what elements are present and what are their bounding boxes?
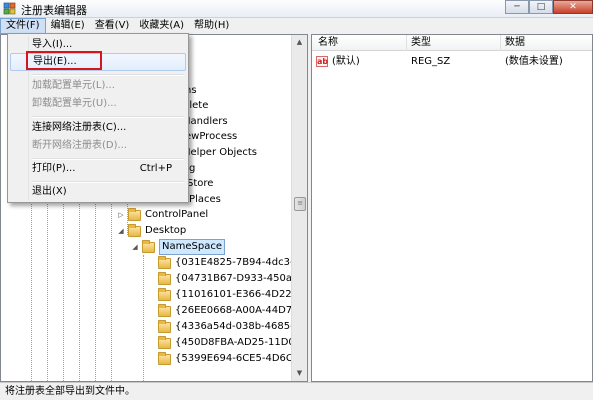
tree-item-child[interactable]: {031E4825-7B94-4dc3-B13: [158, 255, 308, 270]
tree-item-child[interactable]: {26EE0668-A00A-44D7-937: [158, 303, 308, 318]
close-button[interactable]: ✕: [553, 0, 593, 14]
folder-icon: [158, 335, 171, 349]
status-bar: 将注册表全部导出到文件中。: [0, 382, 593, 400]
list-header: 名称 类型 数据: [312, 35, 592, 51]
scroll-up-icon[interactable]: ▲: [292, 35, 307, 50]
menu-separator: [32, 116, 184, 118]
string-value-icon: ab: [316, 56, 329, 67]
column-header-type[interactable]: 类型: [411, 36, 431, 50]
column-divider[interactable]: [500, 35, 501, 51]
value-type: REG_SZ: [411, 56, 451, 67]
tree-item-child[interactable]: {450D8FBA-AD25-11D0-98: [158, 335, 308, 350]
menu-item-disconnect-network[interactable]: 断开网络注册表(D)...: [10, 137, 186, 155]
folder-icon: [158, 303, 171, 317]
value-name: (默认): [332, 56, 360, 67]
minimize-button[interactable]: ─: [505, 0, 529, 14]
menu-help[interactable]: 帮助(H): [189, 18, 234, 34]
column-header-data[interactable]: 数据: [505, 36, 525, 50]
collapse-icon[interactable]: ◢: [131, 240, 139, 254]
tree-item-child[interactable]: {5399E694-6CE5-4D6C-8FC: [158, 351, 308, 366]
maximize-button[interactable]: □: [529, 0, 553, 14]
expand-icon[interactable]: ▷: [117, 208, 125, 222]
menu-favorites[interactable]: 收藏夹(A): [134, 18, 189, 34]
column-divider[interactable]: [406, 35, 407, 51]
tree-item-label: ControlPanel: [145, 209, 209, 220]
folder-icon: [128, 207, 141, 221]
menu-item-print[interactable]: 打印(P)... Ctrl+P: [10, 160, 186, 178]
menu-file[interactable]: 文件(F): [0, 18, 46, 34]
menu-view[interactable]: 查看(V): [90, 18, 135, 34]
menu-item-connect-network[interactable]: 连接网络注册表(C)...: [10, 119, 186, 137]
column-header-name[interactable]: 名称: [318, 36, 338, 50]
scrollbar-thumb[interactable]: ≡: [294, 197, 306, 211]
tree-item-label: {450D8FBA-AD25-11D0-98: [175, 337, 308, 348]
menu-bar: 文件(F) 编辑(E) 查看(V) 收藏夹(A) 帮助(H): [0, 18, 593, 34]
registry-editor-icon: [3, 2, 16, 15]
menu-item-exit[interactable]: 退出(X): [10, 183, 186, 201]
title-bar: 注册表编辑器 ─ □ ✕: [0, 0, 593, 18]
export-highlight-box: [26, 51, 102, 70]
tree-item-label: Desktop: [145, 225, 187, 236]
tree-item-child[interactable]: {4336a54d-038b-4685-ab0: [158, 319, 308, 334]
tree-item[interactable]: Store: [187, 177, 213, 191]
folder-icon: [158, 319, 171, 333]
tree-item[interactable]: Handlers: [183, 115, 228, 129]
tree-item[interactable]: Helper Objects: [183, 146, 257, 160]
tree-item-label: {5399E694-6CE5-4D6C-8FC: [175, 353, 308, 364]
tree-item-label: {4336a54d-038b-4685-ab0: [175, 321, 308, 332]
collapse-icon[interactable]: ◢: [117, 224, 125, 238]
folder-icon: [158, 287, 171, 301]
tree-item-label: {11016101-E366-4D22-BC0: [175, 289, 308, 300]
tree-item[interactable]: ewProcess: [185, 130, 237, 144]
menu-item-load-hive[interactable]: 加载配置单元(L)...: [10, 77, 186, 95]
tree-item-namespace[interactable]: ◢ NameSpace: [131, 239, 225, 255]
values-list[interactable]: 名称 类型 数据 ab (默认) REG_SZ (数值未设置): [311, 34, 593, 382]
tree-item-label: {04731B67-D933-450a-90E: [175, 273, 308, 284]
window-title: 注册表编辑器: [21, 4, 87, 17]
tree-guide-line: [143, 255, 144, 381]
tree-item-child[interactable]: {04731B67-D933-450a-90E: [158, 271, 308, 286]
tree-item-controlpanel[interactable]: ▷ ControlPanel: [117, 207, 209, 222]
tree-item[interactable]: g: [189, 162, 195, 176]
tree-scrollbar[interactable]: ▲ ≡ ▼: [291, 35, 307, 381]
list-row[interactable]: ab (默认) REG_SZ (数值未设置): [312, 55, 592, 69]
folder-icon: [142, 239, 155, 253]
menu-item-print-label: 打印(P)...: [32, 163, 76, 174]
print-shortcut: Ctrl+P: [139, 163, 172, 174]
folder-icon: [158, 271, 171, 285]
folder-icon: [128, 223, 141, 237]
tree-item-label: {26EE0668-A00A-44D7-937: [175, 305, 308, 316]
scroll-down-icon[interactable]: ▼: [292, 366, 307, 381]
value-data: (数值未设置): [505, 56, 563, 67]
folder-icon: [158, 351, 171, 365]
tree-item-label-selected: NameSpace: [159, 239, 225, 255]
menu-item-unload-hive[interactable]: 卸载配置单元(U)...: [10, 95, 186, 113]
tree-item-label: {031E4825-7B94-4dc3-B13: [175, 257, 308, 268]
tree-item-child[interactable]: {11016101-E366-4D22-BC0: [158, 287, 308, 302]
tree-item-desktop[interactable]: ◢ Desktop: [117, 223, 187, 238]
menu-separator: [32, 74, 184, 76]
folder-icon: [158, 255, 171, 269]
menu-edit[interactable]: 编辑(E): [46, 18, 90, 34]
